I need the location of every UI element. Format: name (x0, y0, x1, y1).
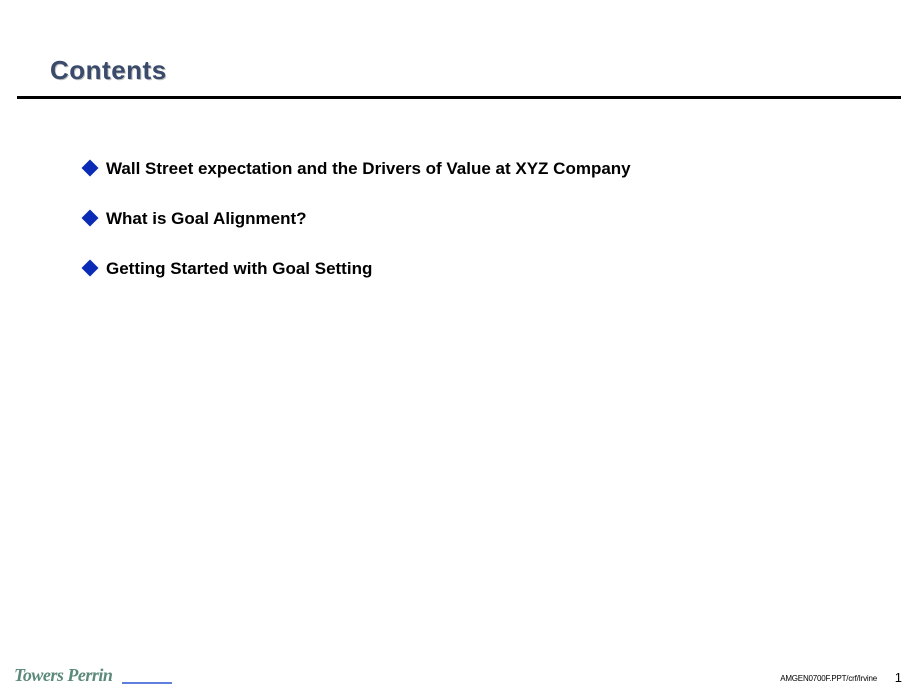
title-area: Contents (50, 55, 900, 99)
title-underline (17, 96, 901, 99)
list-item: Wall Street expectation and the Drivers … (84, 158, 844, 180)
list-item-text: Wall Street expectation and the Drivers … (106, 158, 631, 180)
list-item-text: What is Goal Alignment? (106, 208, 307, 230)
bullet-icon (82, 160, 99, 177)
brand-logo: Towers Perrin (14, 665, 112, 686)
slide: Contents Wall Street expectation and the… (0, 0, 920, 698)
list-item-text: Getting Started with Goal Setting (106, 258, 372, 280)
page-number: 1 (895, 670, 902, 685)
content-list: Wall Street expectation and the Drivers … (84, 158, 844, 308)
list-item: What is Goal Alignment? (84, 208, 844, 230)
list-item: Getting Started with Goal Setting (84, 258, 844, 280)
document-id: AMGEN0700F.PPT/crf/Irvine (780, 674, 877, 683)
slide-title: Contents (50, 55, 900, 86)
bullet-icon (82, 260, 99, 277)
footer: Towers Perrin AMGEN0700F.PPT/crf/Irvine … (0, 662, 920, 692)
brand-underline (122, 682, 172, 684)
bullet-icon (82, 210, 99, 227)
